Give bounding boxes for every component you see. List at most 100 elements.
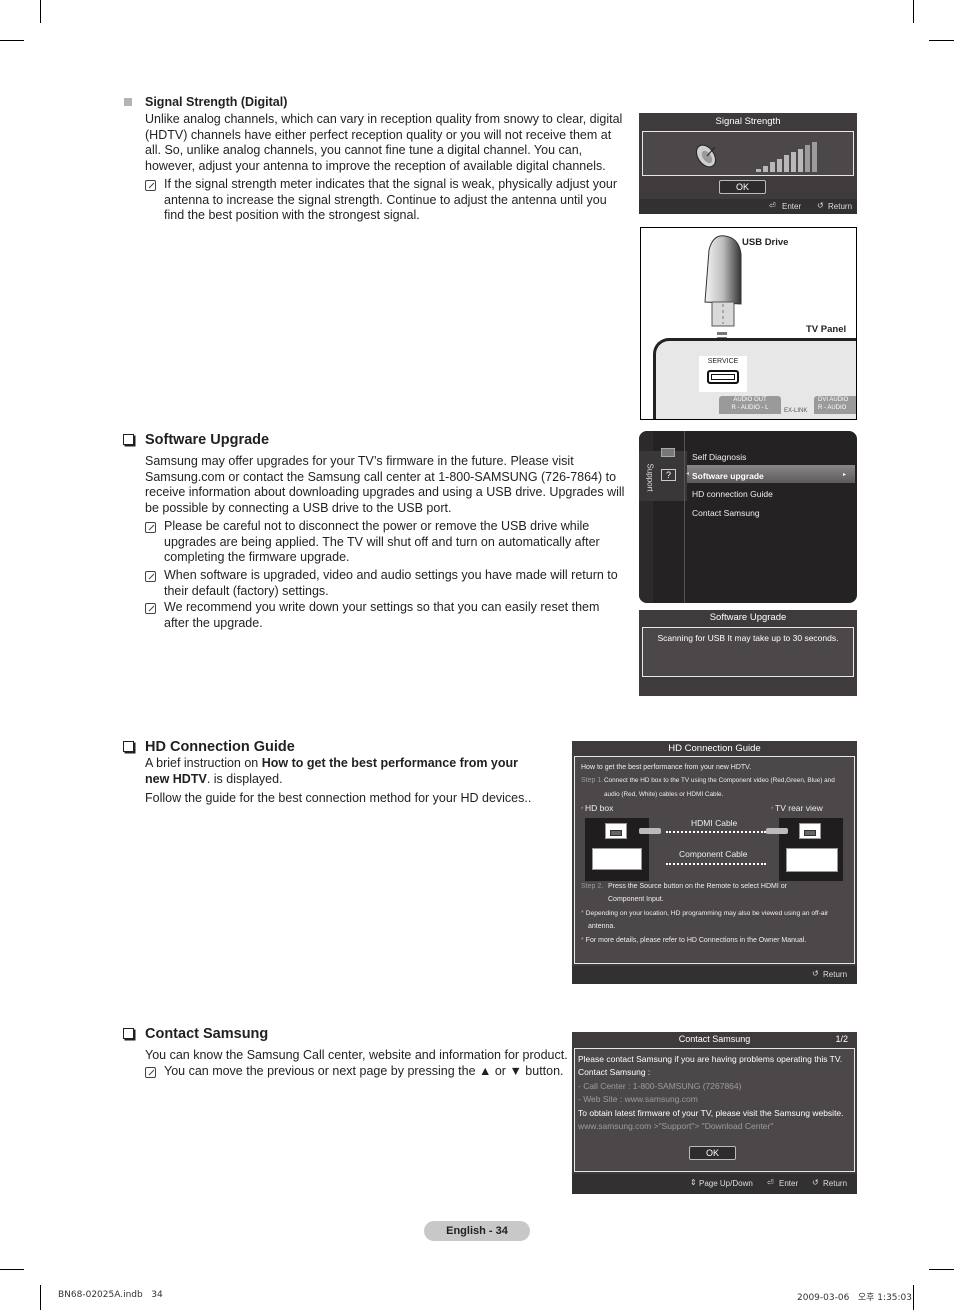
bullet1-line1: Depending on your location, HD programmi… (585, 910, 829, 917)
menu-item[interactable]: Contact Samsung (692, 508, 760, 518)
software-upgrade-body: Samsung may offer upgrades for your TV’s… (145, 454, 625, 515)
tv-panel-label: TV Panel (806, 324, 847, 335)
hdmi-plug-icon (766, 828, 788, 834)
section-checkbox-icon (123, 434, 134, 445)
note-icon (145, 1067, 156, 1078)
osd-title: Signal Strength (715, 116, 781, 127)
hdmi-port-icon (605, 823, 627, 839)
signal-bar (791, 152, 796, 172)
signal-bar (756, 169, 761, 172)
audio-label: R - AUDIO - L (731, 405, 769, 411)
tv-rear-device (779, 818, 843, 881)
tv-rear-text: TV rear view (775, 803, 823, 813)
step2-label: Step 2. (581, 883, 604, 890)
section-checkbox-icon (123, 741, 134, 752)
return-hint: Return (828, 202, 853, 211)
hd-box-label: * HD box (581, 803, 614, 813)
crop-mark (40, 1285, 41, 1310)
menu-divider (684, 431, 685, 603)
ok-button[interactable]: OK (689, 1146, 736, 1160)
audio-out-port: AUDIO OUT R - AUDIO - L (719, 396, 781, 414)
upgrade-message: Scanning for USB It may take up to 30 se… (657, 633, 839, 643)
call-center-line: - Call Center : 1-800-SAMSUNG (7267864) (578, 1081, 742, 1091)
ok-button[interactable]: OK (719, 180, 766, 194)
up-down-icon: ⇕ (690, 1178, 697, 1187)
contact-line-1: Please contact Samsung if you are having… (578, 1054, 843, 1064)
contact-box: Please contact Samsung if you are having… (574, 1048, 855, 1172)
hd-guide-box: How to get the best performance from you… (574, 756, 855, 964)
crop-mark (929, 1269, 954, 1270)
contact-line-2: Contact Samsung : (578, 1067, 651, 1077)
hd-connection-body: Follow the guide for the best connection… (145, 791, 532, 805)
dvi-audio-port: DVI AUDIO R - AUDIO (814, 396, 856, 414)
software-note-1: Please be careful not to disconnect the … (164, 519, 600, 565)
crop-mark (913, 1285, 914, 1310)
step2-line2: Component Input. (608, 896, 664, 903)
contact-samsung-osd: Contact Samsung 1/2 Please contact Samsu… (572, 1032, 857, 1194)
osd-footer: ⏎ Enter ↺ Return (639, 199, 857, 214)
step1-line1: Connect the HD box to the TV using the C… (604, 777, 835, 784)
component-ports-icon (592, 848, 642, 870)
signal-bar (784, 155, 789, 172)
component-ports-icon (786, 848, 838, 872)
service-port: SERVICE (699, 356, 747, 392)
signal-bar (805, 145, 810, 172)
hd-box-text: HD box (585, 803, 614, 813)
submenu-arrow-icon: ▸ (843, 472, 847, 478)
signal-note: If the signal strength meter indicates t… (164, 177, 618, 223)
signal-strength-title: Signal Strength (Digital) (145, 95, 288, 109)
hdmi-port-icon (799, 823, 821, 839)
osd-footer: ↺ Return (572, 966, 857, 984)
menu-item[interactable]: Self Diagnosis (692, 452, 746, 462)
contact-note: You can move the previous or next page b… (164, 1064, 564, 1078)
osd-title: Contact Samsung (678, 1034, 751, 1044)
section-bullet-icon (124, 98, 132, 106)
support-menu-osd: Support ? ◂ ▸ Self Diagnosis Software upg… (639, 431, 857, 603)
service-label: SERVICE (707, 358, 739, 365)
return-hint: Return (823, 1179, 848, 1188)
crop-mark (0, 40, 24, 41)
note-icon (145, 603, 156, 614)
section-checkbox-icon (123, 1028, 134, 1039)
osd-title: HD Connection Guide (668, 743, 761, 754)
menu-item[interactable]: Software upgrade (692, 471, 764, 481)
note-bullet-1: * Depending on your location, HD program… (581, 910, 829, 917)
menu-item[interactable]: HD connection Guide (692, 489, 773, 499)
page-number-badge: English - 34 (424, 1221, 530, 1241)
intro-prefix: A brief instruction on (145, 756, 262, 770)
component-cable-arrow (666, 863, 766, 865)
osd-title: Software Upgrade (709, 612, 787, 623)
signal-bar (763, 165, 768, 172)
contact-line-5: To obtain latest firmware of your TV, pl… (578, 1108, 844, 1118)
file-info: BN68-02025A.indb 34 (58, 1290, 163, 1300)
signal-meter-box (642, 131, 854, 176)
support-label[interactable]: Support (646, 463, 655, 493)
signal-level-meter (756, 141, 818, 172)
page-hint: Page Up/Down (699, 1179, 753, 1188)
software-upgrade-title: Software Upgrade (145, 432, 270, 448)
input-icon[interactable] (661, 448, 675, 457)
exlink-label: EX-LINK (784, 408, 808, 414)
component-cable-label: Component Cable (679, 849, 748, 859)
website-line: - Web Site : www.samsung.com (578, 1094, 698, 1104)
signal-bar (770, 162, 775, 172)
usb-drive-label: USB Drive (742, 237, 789, 248)
bullet1-line2: antenna. (588, 923, 616, 930)
enter-hint: Enter (779, 1179, 799, 1188)
hd-heading: How to get the best performance from you… (581, 764, 752, 771)
signal-bar (798, 148, 803, 172)
return-icon: ↺ (812, 1178, 819, 1187)
signal-bar (777, 158, 782, 172)
help-icon[interactable]: ? (661, 469, 676, 481)
hd-connection-intro: A brief instruction on How to get the be… (145, 756, 545, 787)
hd-connection-title: HD Connection Guide (145, 739, 295, 755)
dvi-audio-label: DVI AUDIO (818, 397, 849, 403)
dvi-audio-sub: R - AUDIO (818, 405, 847, 411)
selection-pointer-icon: ◂ (686, 471, 690, 477)
intro-suffix: . is displayed. (206, 771, 283, 786)
step1-label: Step 1. (581, 777, 604, 784)
hd-connection-osd: HD Connection Guide How to get the best … (572, 741, 857, 984)
enter-icon: ⏎ (769, 201, 776, 210)
print-timestamp: 2009-03-06 오후 1:35:03 (797, 1293, 913, 1303)
hdmi-cable-arrow (666, 831, 766, 833)
